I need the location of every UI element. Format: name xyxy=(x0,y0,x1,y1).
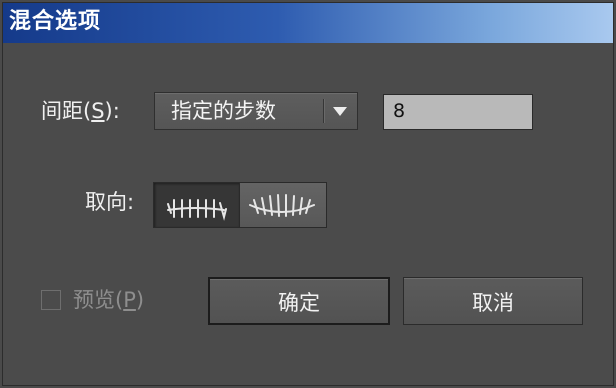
spacing-label-prefix: 间距( xyxy=(41,99,92,123)
blend-options-dialog: 混合选项 间距(S): 指定的步数 8 取向: 预览(P) 确定 取消 xyxy=(2,2,614,386)
spacing-label-suffix: ): xyxy=(104,99,120,123)
cancel-button[interactable]: 取消 xyxy=(403,277,583,325)
align-to-page-icon xyxy=(167,199,227,221)
orientation-button-group xyxy=(153,182,327,228)
dialog-title: 混合选项 xyxy=(9,9,102,34)
orientation-label: 取向: xyxy=(85,190,135,214)
spacing-dropdown[interactable]: 指定的步数 xyxy=(154,92,358,130)
dropdown-divider xyxy=(323,99,325,123)
align-to-path-icon xyxy=(249,194,315,217)
preview-label-key: P xyxy=(123,288,136,312)
chevron-down-icon[interactable] xyxy=(333,107,347,116)
preview-label-prefix: 预览( xyxy=(73,288,124,312)
orientation-align-to-path-button[interactable] xyxy=(240,183,326,227)
title-bar[interactable]: 混合选项 xyxy=(3,3,613,43)
spacing-label: 间距(S): xyxy=(41,98,120,124)
spacing-label-key: S xyxy=(91,99,105,123)
preview-label-suffix: ) xyxy=(135,288,145,312)
orientation-align-to-page-button[interactable] xyxy=(154,183,240,227)
ok-button[interactable]: 确定 xyxy=(208,277,390,325)
steps-input[interactable]: 8 xyxy=(383,94,533,130)
preview-label[interactable]: 预览(P) xyxy=(73,287,144,313)
spacing-dropdown-value: 指定的步数 xyxy=(171,99,276,123)
preview-checkbox[interactable] xyxy=(41,290,61,310)
